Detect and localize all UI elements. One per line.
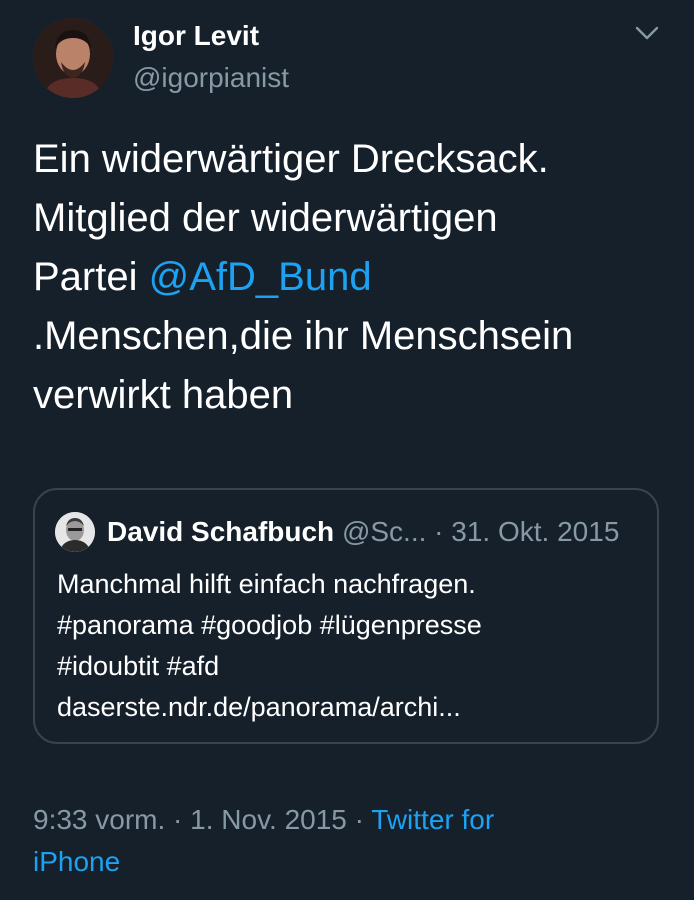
quoted-author-handle: @Sc...	[341, 516, 427, 547]
quoted-header: David Schafbuch @Sc... · 31. Okt. 2015	[107, 516, 619, 548]
quoted-line: #panorama #goodjob #lügenpresse	[57, 610, 482, 640]
separator-dot: ·	[434, 516, 444, 547]
tweet-time[interactable]: 9:33 vorm.	[33, 804, 165, 835]
separator-dot: ·	[346, 804, 372, 835]
author-name[interactable]: Igor Levit	[133, 20, 259, 52]
source-line-2[interactable]: iPhone	[33, 846, 120, 877]
tweet-detail: Igor Levit @igorpianist Ein widerwärtige…	[0, 0, 694, 900]
tweet-line: .Menschen,die ihr Menschsein	[33, 314, 574, 358]
quoted-author-avatar	[55, 512, 95, 552]
quoted-line: #idoubtit #afd	[57, 651, 220, 681]
quoted-text: Manchmal hilft einfach nachfragen. #pano…	[57, 564, 647, 728]
source-line-1[interactable]: Twitter for	[371, 804, 494, 835]
quoted-date: 31. Okt. 2015	[451, 516, 620, 547]
author-handle[interactable]: @igorpianist	[133, 62, 289, 94]
quoted-line: Manchmal hilft einfach nachfragen.	[57, 569, 476, 599]
mention-link[interactable]: @AfD_Bund	[149, 255, 372, 299]
author-avatar[interactable]	[33, 18, 113, 98]
separator-dot: ·	[165, 804, 191, 835]
tweet-line-prefix: Partei	[33, 255, 149, 299]
tweet-date[interactable]: 1. Nov. 2015	[190, 804, 347, 835]
tweet-text: Ein widerwärtiger Drecksack. Mitglied de…	[33, 130, 673, 425]
quoted-tweet-card[interactable]: David Schafbuch @Sc... · 31. Okt. 2015 M…	[33, 488, 659, 744]
quoted-link: daserste.ndr.de/panorama/archi...	[57, 692, 461, 722]
tweet-line: verwirkt haben	[33, 373, 294, 417]
tweet-line: Partei @AfD_Bund	[33, 248, 673, 307]
chevron-down-icon[interactable]	[634, 22, 660, 44]
tweet-line: Mitglied der widerwärtigen	[33, 196, 498, 240]
tweet-line: Ein widerwärtiger Drecksack.	[33, 137, 549, 181]
tweet-meta: 9:33 vorm. · 1. Nov. 2015 · Twitter for i…	[33, 799, 663, 883]
quoted-author-name: David Schafbuch	[107, 516, 335, 547]
